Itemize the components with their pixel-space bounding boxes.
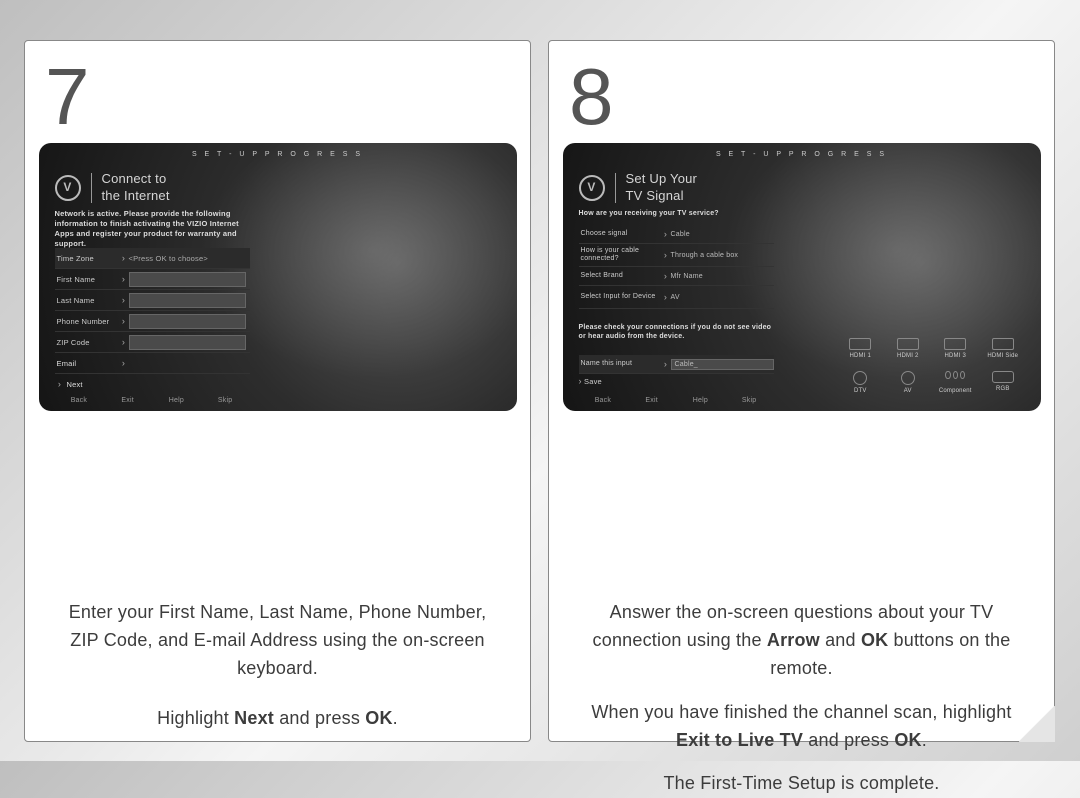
- inst-line2: When you have finished the channel scan,…: [589, 699, 1014, 755]
- chevron-right-icon: ›: [119, 295, 129, 305]
- back-button[interactable]: Back: [579, 397, 628, 404]
- step-7-panel: 7 S E T - U P P R O G R E S S V Connect …: [24, 40, 531, 742]
- title-line2: the Internet: [102, 188, 170, 203]
- registration-form: Time Zone › <Press OK to choose> First N…: [55, 248, 250, 394]
- screenshot-tv-signal: S E T - U P P R O G R E S S V Set Up You…: [563, 143, 1041, 411]
- hdmi-icon: [849, 338, 871, 350]
- screen-title: V Set Up Your TV Signal: [579, 171, 698, 205]
- step-number: 7: [45, 51, 530, 143]
- row-select-brand[interactable]: Select Brand › Mfr Name: [579, 267, 774, 286]
- inst-line2: Highlight Next and press OK.: [65, 705, 490, 733]
- connection-note: Please check your connections if you do …: [579, 323, 774, 341]
- bottom-nav: Back Exit Help Skip: [579, 393, 774, 407]
- chevron-right-icon: ›: [661, 271, 671, 281]
- row-select-input[interactable]: Select Input for Device › AV: [579, 286, 774, 309]
- row-email[interactable]: Email ›: [55, 353, 250, 374]
- row-choose-signal[interactable]: Choose signal › Cable: [579, 225, 774, 244]
- phone-input[interactable]: [129, 314, 246, 329]
- screen-description: Network is active. Please provide the fo…: [55, 209, 250, 250]
- question-heading: How are you receiving your TV service?: [579, 209, 774, 218]
- row-firstname[interactable]: First Name ›: [55, 269, 250, 290]
- zip-input[interactable]: [129, 335, 246, 350]
- port-av: AV: [884, 371, 932, 394]
- lastname-input[interactable]: [129, 293, 246, 308]
- signal-form: Choose signal › Cable How is your cable …: [579, 225, 774, 309]
- instructions-step7: Enter your First Name, Last Name, Phone …: [65, 599, 490, 733]
- port-dtv: DTV: [837, 371, 885, 394]
- exit-button[interactable]: Exit: [627, 397, 676, 404]
- ports-grid: HDMI 1 HDMI 2 HDMI 3 HDMI Side DTV AV Co…: [837, 338, 1027, 394]
- progress-label: S E T - U P P R O G R E S S: [192, 151, 363, 158]
- back-button[interactable]: Back: [55, 397, 104, 404]
- title-line2: TV Signal: [626, 188, 684, 203]
- skip-button[interactable]: Skip: [725, 397, 774, 404]
- port-hdmi2: HDMI 2: [884, 338, 932, 359]
- coax-icon: [853, 371, 867, 385]
- exit-button[interactable]: Exit: [103, 397, 152, 404]
- page-corner-fold: [1019, 706, 1055, 742]
- screenshot-connect-internet: S E T - U P P R O G R E S S V Connect to…: [39, 143, 517, 411]
- chevron-right-icon: ›: [119, 316, 129, 326]
- rca-icon: [901, 371, 915, 385]
- row-lastname[interactable]: Last Name ›: [55, 290, 250, 311]
- chevron-right-icon: ›: [661, 359, 671, 369]
- hdmi-icon: [897, 338, 919, 350]
- step-number: 8: [569, 51, 1054, 143]
- chevron-right-icon: ›: [119, 337, 129, 347]
- port-rgb: RGB: [979, 371, 1027, 394]
- progress-label: S E T - U P P R O G R E S S: [716, 151, 887, 158]
- bottom-nav: Back Exit Help Skip: [55, 393, 250, 407]
- title-line1: Set Up Your: [626, 171, 698, 186]
- name-input-row[interactable]: Name this input › Cable_: [579, 355, 774, 374]
- vizio-logo-icon: V: [55, 175, 81, 201]
- port-hdmi1: HDMI 1: [837, 338, 885, 359]
- chevron-right-icon: ›: [119, 253, 129, 263]
- screen-title: V Connect to the Internet: [55, 171, 170, 205]
- chevron-right-icon: ›: [661, 229, 671, 239]
- row-zip[interactable]: ZIP Code ›: [55, 332, 250, 353]
- port-component: Component: [932, 371, 980, 394]
- vga-icon: [992, 371, 1014, 383]
- chevron-right-icon: ›: [55, 379, 65, 389]
- hdmi-icon: [992, 338, 1014, 350]
- component-icon: [945, 371, 965, 385]
- instructions-step8: Answer the on-screen questions about you…: [589, 599, 1014, 798]
- step-8-panel: 8 S E T - U P P R O G R E S S V Set Up Y…: [548, 40, 1055, 742]
- skip-button[interactable]: Skip: [201, 397, 250, 404]
- inst-line1: Answer the on-screen questions about you…: [589, 599, 1014, 683]
- chevron-right-icon: ›: [661, 292, 671, 302]
- chevron-right-icon: ›: [119, 358, 129, 368]
- chevron-right-icon: ›: [661, 250, 671, 260]
- chevron-right-icon: ›: [119, 274, 129, 284]
- row-cable-connected[interactable]: How is your cable connected? › Through a…: [579, 244, 774, 267]
- firstname-input[interactable]: [129, 272, 246, 287]
- port-hdmi-side: HDMI Side: [979, 338, 1027, 359]
- help-button[interactable]: Help: [152, 397, 201, 404]
- port-hdmi3: HDMI 3: [932, 338, 980, 359]
- row-phone[interactable]: Phone Number ›: [55, 311, 250, 332]
- inst-line3: The First-Time Setup is complete.: [589, 770, 1014, 798]
- vizio-logo-icon: V: [579, 175, 605, 201]
- title-line1: Connect to: [102, 171, 167, 186]
- help-button[interactable]: Help: [676, 397, 725, 404]
- inst-line1: Enter your First Name, Last Name, Phone …: [65, 599, 490, 683]
- chevron-right-icon: ›: [579, 376, 582, 386]
- hdmi-icon: [944, 338, 966, 350]
- row-next[interactable]: › Next: [55, 374, 250, 394]
- row-save[interactable]: › Save: [579, 376, 602, 386]
- row-timezone[interactable]: Time Zone › <Press OK to choose>: [55, 248, 250, 269]
